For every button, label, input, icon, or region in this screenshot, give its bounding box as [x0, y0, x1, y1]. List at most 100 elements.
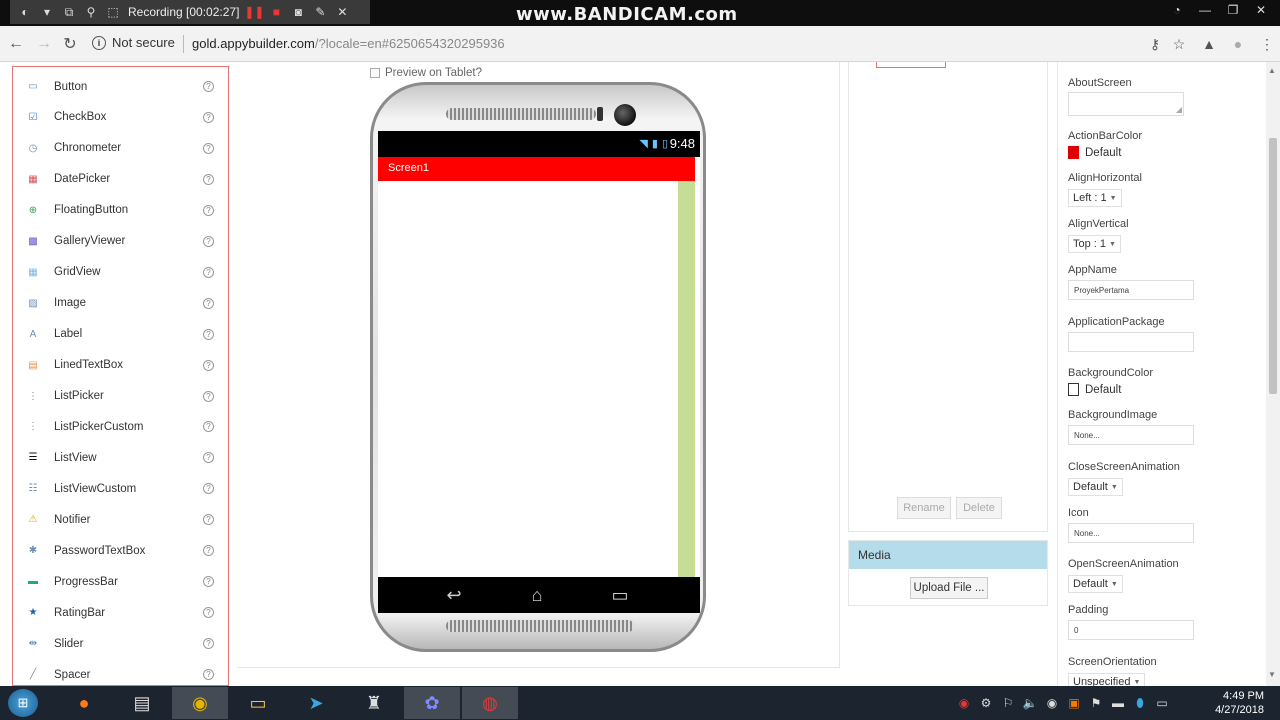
palette-item-checkbox[interactable]: ☑ CheckBox? [13, 102, 228, 133]
selected-component-marker[interactable] [876, 62, 946, 68]
help-icon[interactable]: ? [203, 173, 214, 185]
back-arrow-icon[interactable]: ← [6, 34, 26, 54]
help-icon[interactable]: ? [203, 452, 214, 464]
palette-item-notifier[interactable]: ⚠ Notifier? [13, 504, 228, 535]
page-scrollbar[interactable]: ▲ ▼ [1266, 62, 1280, 686]
help-icon[interactable]: ? [203, 669, 214, 681]
capture-region-icon[interactable]: ⬚ [106, 5, 120, 19]
align-horizontal-select[interactable]: Left : 1 ▼ [1068, 189, 1122, 207]
scroll-up-icon[interactable]: ▲ [1268, 66, 1276, 75]
minimize-button[interactable]: — [1192, 0, 1218, 20]
open-screen-animation-select[interactable]: Default ▼ [1068, 575, 1123, 593]
palette-item-listpicker[interactable]: ⋮ ListPicker? [13, 381, 228, 412]
scroll-down-icon[interactable]: ▼ [1268, 670, 1276, 679]
chrome-icon[interactable]: ◉ [172, 687, 228, 719]
palette-item-image[interactable]: ▨ Image? [13, 288, 228, 319]
bluetooth-tray-icon[interactable]: ⬮ [1132, 695, 1148, 711]
close-screen-animation-select[interactable]: Default ▼ [1068, 478, 1123, 496]
camera-icon[interactable]: ◙ [291, 5, 305, 19]
system-clock[interactable]: 4:49 PM 4/27/2018 [1212, 689, 1264, 717]
tablet-preview-toggle[interactable]: Preview on Tablet? [370, 67, 482, 79]
chrome-menu-icon[interactable]: ◐ [18, 5, 32, 19]
usb-app-icon[interactable]: ♜ [346, 687, 402, 719]
firefox-icon[interactable]: ● [56, 687, 112, 719]
help-icon[interactable]: ? [203, 359, 214, 371]
help-icon[interactable]: ? [203, 266, 214, 278]
xampp-tray-icon[interactable]: ▣ [1066, 695, 1082, 711]
rename-button[interactable]: Rename [897, 497, 951, 519]
close-icon[interactable]: ✕ [335, 5, 349, 19]
icon-picker[interactable]: None... [1068, 523, 1194, 543]
help-icon[interactable]: ? [203, 204, 214, 216]
flag-icon[interactable]: ⚑ [1088, 695, 1104, 711]
file-explorer-icon[interactable]: ▭ [230, 687, 286, 719]
site-security-indicator[interactable]: i Not secure [92, 35, 175, 50]
maximize-button[interactable]: ❐ [1220, 0, 1246, 20]
screen-orientation-select[interactable]: Unspecified ▼ [1068, 673, 1146, 686]
palette-item-button[interactable]: ▭ Button? [13, 71, 228, 102]
window-icon[interactable]: ⧉ [62, 5, 76, 19]
palette-item-ratingbar[interactable]: ★ RatingBar? [13, 597, 228, 628]
palette-item-galleryviewer[interactable]: ▩ GalleryViewer? [13, 226, 228, 257]
help-icon[interactable]: ? [203, 390, 214, 402]
help-icon[interactable]: ? [203, 111, 214, 123]
help-icon[interactable]: ? [203, 607, 214, 619]
chrome-tray-icon[interactable]: ◉ [1044, 695, 1060, 711]
paint-app-icon[interactable]: ✿ [404, 687, 460, 719]
battery-tray-icon[interactable]: ▭ [1154, 695, 1170, 711]
close-window-button[interactable]: ✕ [1248, 0, 1274, 20]
align-vertical-select[interactable]: Top : 1 ▼ [1068, 235, 1121, 253]
screen-title-bar[interactable]: Screen1 [378, 157, 695, 181]
extension-icon[interactable]: ▲ [1200, 35, 1218, 53]
phone-screen[interactable]: ◥ ▮ ▯ 9:48 Screen1 ↩ ⌂ ▭ [378, 131, 700, 613]
document-app-icon[interactable]: ▤ [114, 687, 170, 719]
bandicam-icon[interactable]: ◍ [462, 687, 518, 719]
app-name-input[interactable]: ProyekPertama [1068, 280, 1194, 300]
action-bar-color-picker[interactable]: Default [1068, 146, 1121, 159]
help-icon[interactable]: ? [203, 81, 214, 92]
background-image-picker[interactable]: None... [1068, 425, 1194, 445]
stop-icon[interactable]: ■ [269, 5, 283, 19]
palette-item-listpickercustom[interactable]: ⋮ ListPickerCustom? [13, 411, 228, 442]
help-icon[interactable]: ? [203, 421, 214, 433]
palette-item-chronometer[interactable]: ◷ Chronometer? [13, 133, 228, 164]
delete-button[interactable]: Delete [956, 497, 1002, 519]
search-icon[interactable]: ⚲ [84, 5, 98, 19]
bookmark-star-icon[interactable]: ☆ [1170, 35, 1188, 53]
palette-item-listview[interactable]: ☰ ListView? [13, 442, 228, 473]
dropdown-icon[interactable]: ▾ [40, 5, 54, 19]
palette-item-progressbar[interactable]: ▬ ProgressBar? [13, 566, 228, 597]
palette-item-label[interactable]: A Label? [13, 319, 228, 350]
security-tray-icon[interactable]: ⚐ [1000, 695, 1016, 711]
pause-icon[interactable]: ❚❚ [244, 5, 264, 19]
help-icon[interactable]: ? [203, 328, 214, 340]
volume-icon[interactable]: 🔈 [1022, 695, 1038, 711]
background-color-picker[interactable]: Default [1068, 383, 1121, 396]
palette-item-floatingbutton[interactable]: ⊕ FloatingButton? [13, 195, 228, 226]
palette-item-linedtextbox[interactable]: ▤ LinedTextBox? [13, 350, 228, 381]
user-icon[interactable]: ◔ [1164, 0, 1190, 20]
record-tray-icon[interactable]: ◉ [956, 695, 972, 711]
profile-icon[interactable]: ● [1229, 35, 1247, 53]
palette-item-listviewcustom[interactable]: ☷ ListViewCustom? [13, 473, 228, 504]
telegram-icon[interactable]: ➤ [288, 687, 344, 719]
menu-icon[interactable]: ⋮ [1258, 35, 1276, 53]
url-field[interactable]: gold.appybuilder.com/?locale=en#62506543… [192, 36, 505, 51]
key-icon[interactable]: ⚷ [1146, 35, 1164, 53]
help-icon[interactable]: ? [203, 576, 214, 588]
palette-item-datepicker[interactable]: ▦ DatePicker? [13, 164, 228, 195]
tablet-preview-checkbox[interactable] [370, 68, 380, 78]
help-icon[interactable]: ? [203, 514, 214, 526]
palette-item-spacer[interactable]: ╱ Spacer? [13, 659, 228, 685]
help-icon[interactable]: ? [203, 483, 214, 495]
palette-item-slider[interactable]: ⇹ Slider? [13, 628, 228, 659]
network-tray-icon[interactable]: ⚙ [978, 695, 994, 711]
help-icon[interactable]: ? [203, 545, 214, 557]
forward-arrow-icon[interactable]: → [34, 34, 54, 54]
reload-icon[interactable]: ↻ [60, 34, 80, 54]
help-icon[interactable]: ? [203, 235, 214, 247]
application-package-input[interactable] [1068, 332, 1194, 352]
palette-item-passwordtextbox[interactable]: ✱ PasswordTextBox? [13, 535, 228, 566]
display-tray-icon[interactable]: ▬ [1110, 695, 1126, 711]
help-icon[interactable]: ? [203, 297, 214, 309]
